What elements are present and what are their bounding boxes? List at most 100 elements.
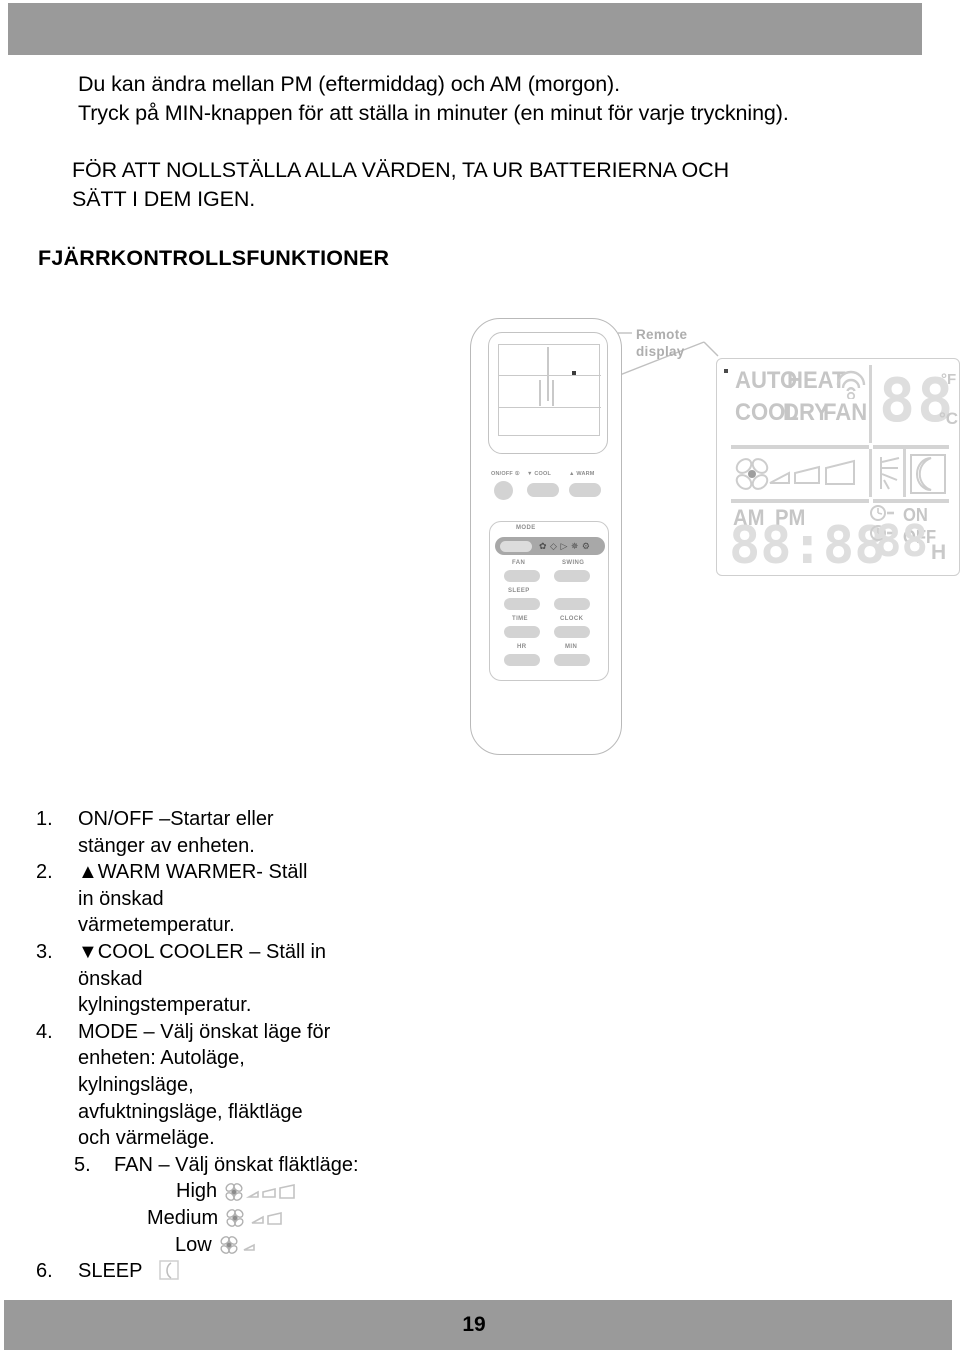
remote-function-list: 1. ON/OFF –Startar eller stänger av enhe… (36, 806, 456, 1285)
intro-line-1: Du kan ändra mellan PM (eftermiddag) och… (78, 72, 620, 96)
list-text-line: önskad (78, 967, 143, 990)
list-number: 4. (36, 1020, 53, 1043)
list-item-continuation: kylningsläge, (36, 1072, 456, 1099)
list-text-line: och värmeläge. (78, 1127, 215, 1150)
lcd-divider (731, 445, 869, 449)
remote-screen-frame (488, 332, 608, 454)
list-number: 6. (36, 1260, 53, 1283)
min-button[interactable] (554, 654, 590, 666)
warm-button[interactable] (569, 483, 601, 497)
sleep-button-label: SLEEP (508, 588, 530, 594)
page-number: 19 (462, 1313, 486, 1336)
reset-note-line-1: FÖR ATT NOLLSTÄLLA ALLA VÄRDEN, TA UR BA… (72, 158, 730, 182)
list-text-line: ▲WARM WARMER- Ställ (78, 861, 308, 884)
list-item-continuation: och värmeläge. (36, 1125, 456, 1152)
intro-line-2: Tryck på MIN-knappen för att ställa in m… (78, 101, 789, 125)
remote-display-callout: Remote display (636, 326, 687, 360)
fan-speed-label-medium: Medium (147, 1206, 219, 1229)
callout-line-2: display (636, 344, 685, 359)
lcd-unit-fahrenheit: °F (941, 371, 957, 388)
time-button[interactable] (504, 626, 540, 638)
list-text-line: in önskad (78, 887, 164, 910)
screen-grid-line (547, 347, 549, 401)
cool-button-label: ▼ COOL (527, 471, 552, 477)
unlabeled-button[interactable] (554, 598, 590, 610)
moon-sleep-icon (910, 454, 946, 494)
warm-button-label: ▲ WARM (569, 471, 595, 477)
screen-marker-dot (572, 371, 576, 375)
intro-text-block: Du kan ändra mellan PM (eftermiddag) och… (72, 70, 908, 214)
callout-line-1: Remote (636, 327, 688, 342)
fan-speed-low-row: Low (36, 1232, 456, 1259)
list-text-line: kylningstemperatur. (78, 994, 252, 1017)
list-item: 2. ▲WARM WARMER- Ställ (36, 859, 456, 886)
list-item-continuation: kylningstemperatur. (36, 992, 456, 1019)
list-number: 3. (36, 940, 53, 963)
lcd-mode-dry: DRY (783, 399, 829, 426)
swing-button-label: SWING (562, 560, 585, 566)
fan-button-label: FAN (512, 560, 526, 566)
remote-control-figure: Remote display ON/OFF ① ▼ COOL ▲ WARM MO… (450, 300, 960, 770)
swing-button[interactable] (554, 570, 590, 582)
screen-grid-line (552, 380, 554, 406)
fan-high-icon (225, 1182, 303, 1202)
list-text-line: värmetemperatur. (78, 914, 235, 937)
lcd-divider (873, 499, 949, 503)
fan-low-icon (220, 1235, 260, 1255)
remote-top-button-row: ON/OFF ① ▼ COOL ▲ WARM (491, 471, 611, 507)
remote-lcd-display: AUTO HEAT COOL DRY FAN 88 °F °C AM PM 88… (716, 358, 960, 576)
list-text-line: enheten: Autoläge, (78, 1047, 245, 1070)
signal-waves-icon (836, 370, 866, 399)
sleep-moon-icon (158, 1259, 180, 1281)
list-item: 1. ON/OFF –Startar eller (36, 806, 456, 833)
lcd-separator-vertical (903, 449, 906, 497)
list-item-continuation: in önskad (36, 886, 456, 913)
mode-button[interactable] (500, 540, 532, 552)
fan-speed-medium-row: Medium (36, 1205, 456, 1232)
list-text-line: stänger av enheten. (78, 834, 255, 857)
fan-medium-icon (226, 1208, 286, 1228)
onoff-button[interactable] (494, 481, 513, 500)
list-number: 1. (36, 808, 53, 830)
list-number: 5. (74, 1153, 91, 1176)
section-heading: FJÄRRKONTROLLSFUNKTIONER (38, 246, 390, 270)
list-item-continuation: avfuktningsläge, fläktläge (36, 1099, 456, 1126)
list-text-line: ON/OFF –Startar eller (78, 808, 274, 830)
mode-selector-bar[interactable]: ✿ ◇ ▷ ✵ ⚙ (495, 537, 605, 555)
lcd-unit-celsius: °C (939, 409, 959, 428)
fan-speed-bars-icon (769, 459, 855, 485)
list-text-line: avfuktningsläge, fläktläge (78, 1100, 303, 1123)
list-text-line: SLEEP (78, 1260, 143, 1283)
hr-button[interactable] (504, 654, 540, 666)
fan-speed-label-high: High (176, 1180, 218, 1203)
list-text-line: FAN – Välj önskat fläktläge: (114, 1153, 359, 1176)
mode-label: MODE (516, 525, 536, 531)
list-item-continuation: önskad (36, 966, 456, 993)
reset-note-line-2: SÄTT I DEM IGEN. (72, 187, 256, 211)
lcd-divider (873, 445, 949, 449)
list-item: 4. MODE – Välj önskat läge för (36, 1019, 456, 1046)
fan-speed-high-row: High (36, 1178, 456, 1205)
list-item: 5. FAN – Välj önskat fläktläge: (36, 1152, 456, 1179)
fan-speed-label-low: Low (175, 1233, 212, 1256)
clock-button[interactable] (554, 626, 590, 638)
list-item-continuation: enheten: Autoläge, (36, 1045, 456, 1072)
time-button-label: TIME (512, 616, 528, 622)
clock-button-label: CLOCK (560, 616, 584, 622)
list-text-line: kylningsläge, (78, 1073, 194, 1096)
min-button-label: MIN (565, 644, 578, 650)
sleep-button[interactable] (504, 598, 540, 610)
lcd-corner-dot (724, 369, 728, 373)
list-text-line: ▼COOL COOLER – Ställ in (78, 940, 327, 963)
fan-blade-icon (735, 458, 769, 490)
page-header-bar (8, 3, 922, 55)
cool-button[interactable] (527, 483, 559, 497)
remote-keypad-panel: MODE ✿ ◇ ▷ ✵ ⚙ FAN SWING SLEEP TIME CLOC… (489, 521, 609, 681)
lcd-hour-digits: 88 (875, 516, 928, 567)
lcd-hour-unit: H (931, 541, 947, 564)
fan-button[interactable] (504, 570, 540, 582)
lcd-separator-vertical (869, 365, 872, 443)
lcd-clock-digits: 88:88 (729, 516, 886, 576)
list-number: 2. (36, 861, 53, 884)
list-item-continuation: värmetemperatur. (36, 912, 456, 939)
